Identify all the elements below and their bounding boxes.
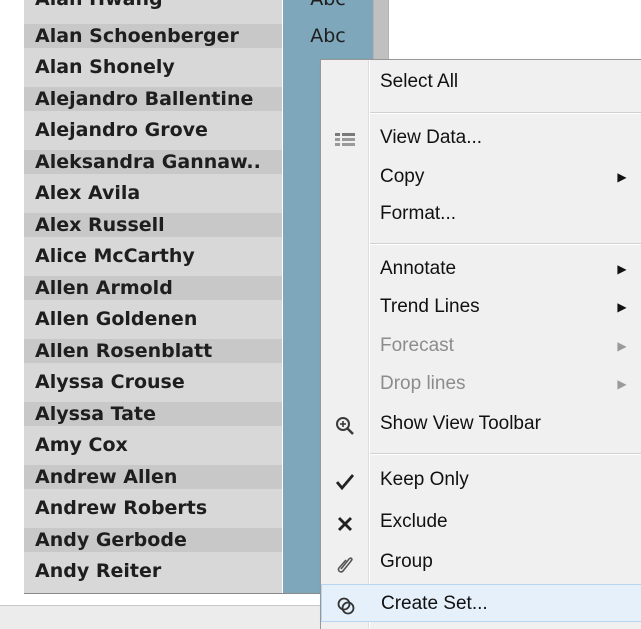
checkmark-icon (331, 461, 359, 499)
menu-item-drop-lines[interactable]: Drop lines ▶ (321, 365, 641, 403)
name-row[interactable]: Andy Gerbode (24, 528, 282, 552)
menu-item-label: Annotate (380, 258, 457, 279)
menu-item-forecast[interactable]: Forecast ▶ (321, 327, 641, 365)
name-row[interactable]: Allen Goldenen (24, 307, 282, 331)
submenu-arrow-icon: ▶ (617, 262, 627, 276)
menu-item-create-set[interactable]: Create Set... (321, 584, 641, 622)
x-mark-icon (331, 503, 359, 541)
name-row[interactable]: Allen Armold (24, 276, 282, 300)
menu-item-label: Keep Only (380, 469, 469, 490)
menu-item-label: Drop lines (380, 373, 466, 394)
submenu-arrow-icon: ▶ (617, 300, 627, 314)
menu-item-show-view-toolbar[interactable]: Show View Toolbar (321, 405, 641, 443)
menu-item-label: Show View Toolbar (380, 413, 541, 434)
name-list: Alan Hwang Alan Schoenberger Alan Shonel… (24, 0, 283, 593)
horizontal-scrollbar[interactable] (0, 605, 330, 629)
name-row[interactable]: Alex Avila (24, 181, 282, 205)
name-row[interactable]: Allen Rosenblatt (24, 339, 282, 363)
menu-item-group[interactable]: Group (321, 543, 641, 581)
worksheet-view: Alan Hwang Alan Schoenberger Alan Shonel… (0, 0, 641, 629)
menu-item-select-all[interactable]: Select All (321, 63, 641, 101)
name-row[interactable]: Alejandro Grove (24, 118, 282, 142)
value-cell[interactable]: Abc (283, 24, 373, 48)
name-row[interactable]: Andrew Allen (24, 465, 282, 489)
name-row[interactable]: Alejandro Ballentine (24, 87, 282, 111)
submenu-arrow-icon: ▶ (617, 170, 627, 184)
name-row[interactable]: Alan Shonely (24, 55, 282, 79)
menu-separator (370, 112, 641, 114)
name-row[interactable]: Andrew Roberts (24, 496, 282, 520)
menu-item-label: Group (380, 551, 433, 572)
menu-item-keep-only[interactable]: Keep Only (321, 461, 641, 499)
menu-item-label: Create Set... (381, 593, 488, 614)
zoom-in-icon (331, 405, 359, 443)
name-row[interactable]: Alyssa Crouse (24, 370, 282, 394)
context-menu: Select All View Data... Copy ▶ Format...… (320, 59, 641, 629)
menu-item-trend-lines[interactable]: Trend Lines ▶ (321, 288, 641, 326)
menu-item-label: Select All (380, 71, 459, 92)
menu-item-label: Format... (380, 203, 457, 224)
menu-item-label: Forecast (380, 335, 454, 356)
name-row[interactable]: Alyssa Tate (24, 402, 282, 426)
menu-item-label: Exclude (380, 511, 448, 532)
menu-item-copy[interactable]: Copy ▶ (321, 158, 641, 196)
name-row[interactable]: Amy Cox (24, 433, 282, 457)
table-grid-icon (331, 119, 359, 157)
menu-separator (370, 243, 641, 245)
submenu-arrow-icon: ▶ (617, 339, 627, 353)
name-row[interactable]: Alex Russell (24, 213, 282, 237)
menu-item-label: View Data... (380, 127, 483, 148)
submenu-arrow-icon: ▶ (617, 377, 627, 391)
name-row[interactable]: Andy Reiter (24, 559, 282, 583)
menu-item-annotate[interactable]: Annotate ▶ (321, 250, 641, 288)
menu-item-view-data[interactable]: View Data... (321, 119, 641, 157)
menu-item-format[interactable]: Format... (321, 195, 641, 233)
name-row[interactable]: Alice McCarthy (24, 244, 282, 268)
name-row[interactable]: Aleksandra Gannaw.. (24, 150, 282, 174)
value-cell[interactable]: Abc (283, 0, 373, 11)
menu-item-exclude[interactable]: Exclude (321, 503, 641, 541)
menu-item-label: Trend Lines (380, 296, 480, 317)
name-row[interactable]: Alan Hwang (24, 0, 282, 11)
paperclip-icon (331, 543, 359, 581)
menu-separator (370, 453, 641, 455)
set-circles-icon (332, 585, 360, 623)
menu-item-label: Copy (380, 166, 425, 187)
name-row[interactable]: Alan Schoenberger (24, 24, 282, 48)
